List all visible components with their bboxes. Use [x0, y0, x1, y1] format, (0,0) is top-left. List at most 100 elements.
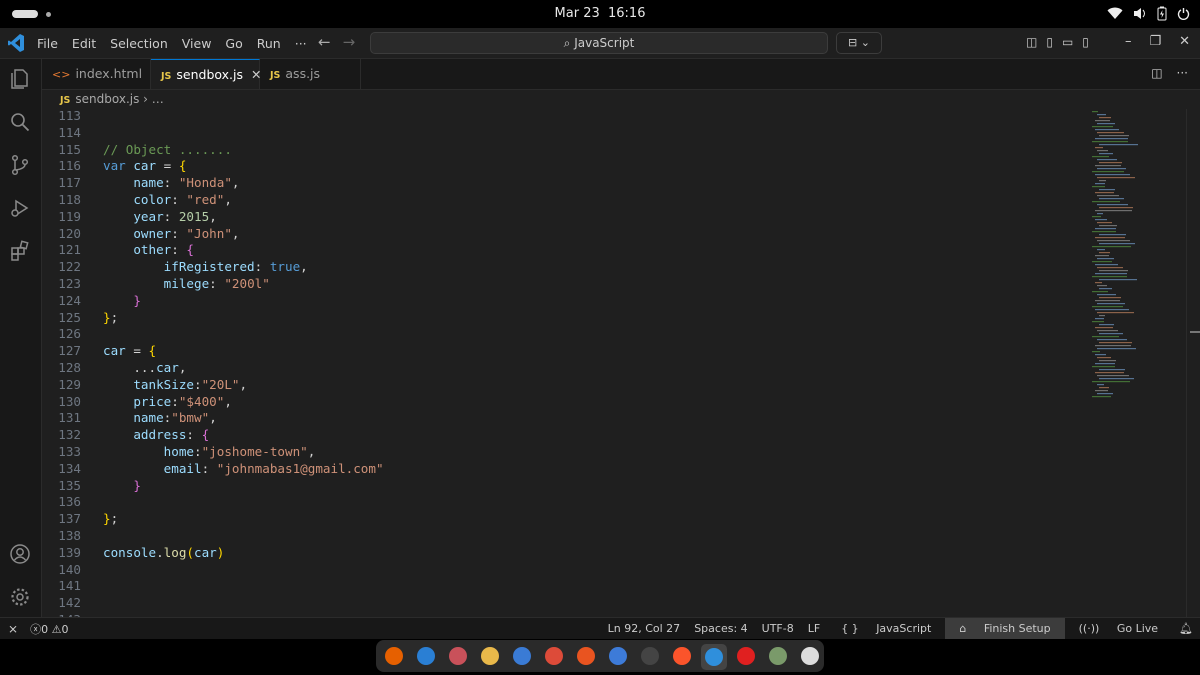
code-line[interactable]: 124 }: [42, 293, 1082, 310]
language-mode[interactable]: { } JavaScript: [827, 618, 945, 640]
code-line[interactable]: 121 other: {: [42, 242, 1082, 259]
split-editor-icon[interactable]: ◫: [1151, 66, 1162, 80]
menu-edit[interactable]: Edit: [65, 36, 103, 51]
code-line[interactable]: 133 home:"joshome-town",: [42, 444, 1082, 461]
finish-setup-button[interactable]: ⌂ Finish Setup: [945, 618, 1065, 640]
tab-ass-js[interactable]: JS ass.js: [260, 59, 361, 89]
help-icon[interactable]: [608, 646, 628, 666]
code-line[interactable]: 114: [42, 125, 1082, 142]
brave-icon[interactable]: [672, 646, 692, 666]
copilot-button[interactable]: ⊟ ⌄: [836, 32, 882, 54]
menu-run[interactable]: Run: [250, 36, 288, 51]
minimap[interactable]: [1090, 109, 1186, 617]
menu-view[interactable]: View: [175, 36, 219, 51]
code-line[interactable]: 136: [42, 494, 1082, 511]
vscode-icon[interactable]: [701, 644, 727, 670]
menu-selection[interactable]: Selection: [103, 36, 175, 51]
youtube-icon[interactable]: [736, 646, 756, 666]
toggle-panel-icon[interactable]: ▭: [1062, 35, 1073, 49]
code-line[interactable]: 129 tankSize:"20L",: [42, 377, 1082, 394]
tab-index-html[interactable]: <> index.html: [42, 59, 151, 89]
source-control-icon[interactable]: [8, 153, 32, 177]
code-line[interactable]: 118 color: "red",: [42, 192, 1082, 209]
code-line[interactable]: 127 car = {: [42, 343, 1082, 360]
scroll-thumb[interactable]: [1190, 331, 1200, 333]
code-line[interactable]: 131 name:"bmw",: [42, 410, 1082, 427]
code-line[interactable]: 123 milege: "200l": [42, 276, 1082, 293]
trash-icon[interactable]: [768, 646, 788, 666]
thunderbird-icon[interactable]: [416, 646, 436, 666]
code-editor[interactable]: 113 114 115 // Object ....... 116 var car = {…: [42, 109, 1186, 617]
code-line[interactable]: 130 price:"$400",: [42, 394, 1082, 411]
search-icon[interactable]: [8, 110, 32, 134]
code-line[interactable]: 134 email: "johnmabas1@gmail.com": [42, 461, 1082, 478]
files-icon[interactable]: [448, 646, 468, 666]
account-icon[interactable]: [8, 542, 32, 566]
code-line[interactable]: 141: [42, 578, 1082, 595]
toggle-primary-sidebar-icon[interactable]: ▯: [1046, 35, 1053, 49]
copilot-icon: ⌂: [959, 622, 967, 635]
command-center-search[interactable]: ⌕ JavaScript: [370, 32, 828, 54]
tab-sendbox-js[interactable]: JS sendbox.js ✕: [151, 59, 262, 89]
firefox-icon[interactable]: [384, 646, 404, 666]
menu-more[interactable]: ···: [288, 36, 314, 51]
remote-icon[interactable]: ⨯: [8, 622, 18, 636]
code-token: :: [171, 242, 187, 258]
chrome-icon[interactable]: [544, 646, 564, 666]
restore-icon[interactable]: ❐: [1149, 34, 1161, 49]
libreoffice-writer-icon[interactable]: [512, 646, 532, 666]
system-tray[interactable]: [1107, 6, 1190, 21]
code-line[interactable]: 128 ...car,: [42, 360, 1082, 377]
end-of-line[interactable]: LF: [801, 618, 827, 640]
code-line[interactable]: 142: [42, 595, 1082, 612]
code-line[interactable]: 120 owner: "John",: [42, 226, 1082, 243]
minimap-line: [1099, 324, 1114, 326]
code-token: }: [103, 511, 111, 527]
minimize-icon[interactable]: –: [1125, 34, 1132, 49]
code-line[interactable]: 132 address: {: [42, 427, 1082, 444]
settings-gear-icon[interactable]: [8, 585, 32, 609]
minimap-line: [1095, 318, 1104, 320]
more-actions-icon[interactable]: ···: [1177, 66, 1188, 80]
code-line[interactable]: 137};: [42, 511, 1082, 528]
back-arrow-icon[interactable]: ←: [318, 33, 331, 51]
app-center-icon[interactable]: [576, 646, 596, 666]
code-line[interactable]: 117 name: "Honda",: [42, 175, 1082, 192]
notifications-bell-icon[interactable]: 🔔︎: [1172, 618, 1200, 640]
code-line[interactable]: 139 console.log(car): [42, 545, 1082, 562]
code-line[interactable]: 140: [42, 562, 1082, 579]
code-line[interactable]: 138: [42, 528, 1082, 545]
system-clock[interactable]: Mar 23 16:16: [0, 6, 1200, 21]
code-line[interactable]: 119 year: 2015,: [42, 209, 1082, 226]
js-file-icon: JS: [60, 95, 71, 106]
problems-indicator[interactable]: ⓧ0 ⚠0: [30, 621, 68, 637]
terminal-icon[interactable]: [640, 646, 660, 666]
cursor-position[interactable]: Ln 92, Col 27: [601, 618, 688, 640]
code-line[interactable]: 116 var car = {: [42, 158, 1082, 175]
customize-layout-icon[interactable]: ◫: [1026, 35, 1037, 49]
extensions-icon[interactable]: [8, 239, 32, 263]
code-line[interactable]: 122 ifRegistered: true,: [42, 259, 1082, 276]
vscode-logo-icon[interactable]: [8, 34, 24, 52]
vertical-scrollbar[interactable]: [1186, 109, 1200, 617]
breadcrumb-rest[interactable]: › …: [143, 92, 164, 106]
code-line[interactable]: 135 }: [42, 478, 1082, 495]
toggle-secondary-sidebar-icon[interactable]: ▯: [1082, 35, 1089, 49]
apps-grid-icon[interactable]: [800, 646, 820, 666]
code-line[interactable]: 126: [42, 326, 1082, 343]
menu-go[interactable]: Go: [218, 36, 249, 51]
encoding[interactable]: UTF-8: [755, 618, 801, 640]
explorer-icon[interactable]: [8, 67, 32, 91]
go-live-button[interactable]: ((·)) Go Live: [1065, 618, 1172, 640]
breadcrumb-file[interactable]: sendbox.js: [75, 92, 139, 106]
code-line[interactable]: 115 // Object .......: [42, 142, 1082, 159]
run-debug-icon[interactable]: [8, 196, 32, 220]
rhythmbox-icon[interactable]: [480, 646, 500, 666]
forward-arrow-icon[interactable]: →: [343, 33, 356, 51]
close-window-icon[interactable]: ✕: [1179, 34, 1190, 49]
code-line[interactable]: 125};: [42, 310, 1082, 327]
menu-file[interactable]: File: [30, 36, 65, 51]
indentation[interactable]: Spaces: 4: [687, 618, 754, 640]
code-line[interactable]: 113: [42, 109, 1082, 125]
minimap-line: [1092, 306, 1123, 308]
